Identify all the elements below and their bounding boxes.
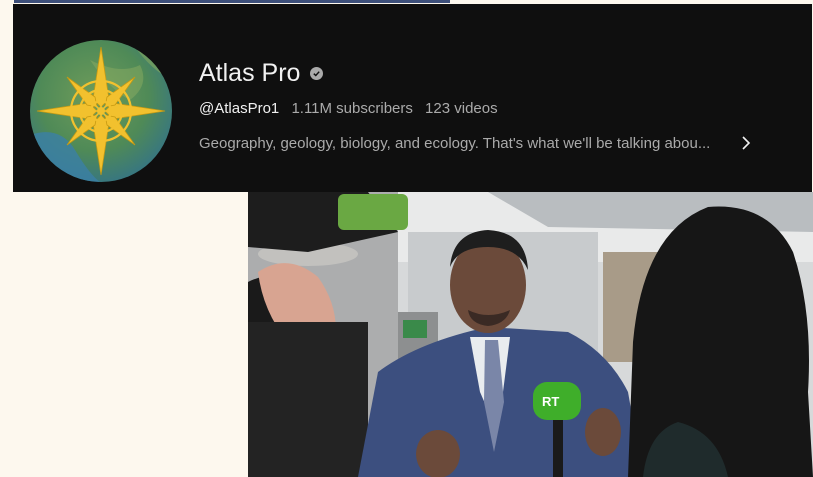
channel-description[interactable]: Geography, geology, biology, and ecology…: [199, 135, 739, 152]
mic-logo-text: RT: [542, 394, 559, 409]
channel-avatar[interactable]: [30, 40, 172, 182]
channel-name-text: Atlas Pro: [199, 59, 301, 87]
subscriber-count: 1.11M subscribers: [291, 100, 413, 117]
channel-meta: @AtlasPro1 1.11M subscribers 123 videos: [199, 100, 506, 117]
verified-check-icon: [310, 67, 324, 80]
interview-photo: RT: [248, 192, 813, 477]
channel-name: Atlas Pro: [199, 59, 324, 88]
video-count: 123 videos: [425, 100, 498, 117]
channel-handle: @AtlasPro1: [199, 100, 280, 117]
compass-rose-icon: [30, 40, 172, 182]
chevron-right-icon[interactable]: [737, 132, 755, 154]
top-edge-strip: [14, 0, 450, 3]
channel-header: Atlas Pro @AtlasPro1 1.11M subscribers 1…: [13, 4, 812, 192]
